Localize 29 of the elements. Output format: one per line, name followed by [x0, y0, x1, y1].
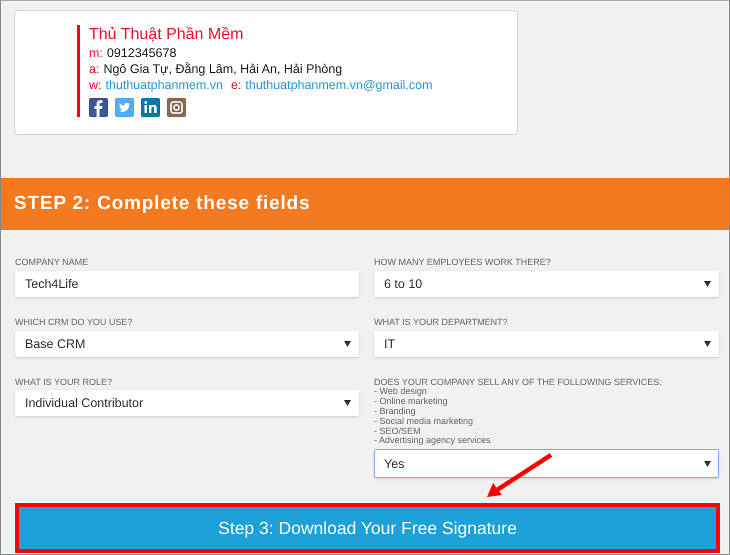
- arrow-annotation: [487, 453, 552, 497]
- text-input[interactable]: Tech4Life: [15, 270, 359, 297]
- linkedin-icon[interactable]: [141, 98, 160, 117]
- caret-icon: [704, 340, 711, 347]
- step-banner: STEP 2: Complete these fields: [1, 178, 729, 230]
- instagram-icon[interactable]: [167, 98, 186, 117]
- facebook-icon[interactable]: [89, 98, 108, 117]
- contact-value: 0912345678: [106, 46, 176, 60]
- contact-label: a:: [89, 62, 100, 76]
- select-dropdown[interactable]: Base CRM: [15, 330, 359, 357]
- contact-value: Ngô Gia Tự, Đằng Lâm, Hải An, Hải Phòng: [103, 62, 342, 76]
- caret-icon: [704, 280, 711, 287]
- field-label: WHAT IS YOUR ROLE?: [15, 378, 114, 388]
- select-dropdown[interactable]: Individual Contributor: [15, 390, 359, 416]
- field-label: DOES YOUR COMPANY SELL ANY OF THE FOLLOWING SERVICES: - Web design - Online marketing - Branding - Social media marketing - SEO/SEM - Advertising agency services: [374, 378, 663, 446]
- select-dropdown[interactable]: Yes: [374, 449, 719, 478]
- signature-name: Thủ Thuật Phần Mềm: [89, 25, 244, 45]
- field-label: WHAT IS YOUR DEPARTMENT?: [374, 318, 509, 328]
- contact-label: e:: [230, 78, 242, 92]
- field-label: COMPANY NAME: [15, 258, 90, 268]
- caret-icon: [704, 460, 711, 467]
- field-label: HOW MANY EMPLOYEES WORK THERE?: [374, 258, 552, 268]
- contact-label: m:: [89, 46, 103, 60]
- contact-label: w:: [89, 78, 102, 92]
- caret-icon: [344, 400, 351, 406]
- field-label: WHICH CRM DO YOU USE?: [15, 318, 134, 328]
- select-dropdown[interactable]: 6 to 10: [374, 270, 719, 297]
- select-dropdown[interactable]: IT: [374, 330, 719, 357]
- caret-icon: [344, 340, 351, 347]
